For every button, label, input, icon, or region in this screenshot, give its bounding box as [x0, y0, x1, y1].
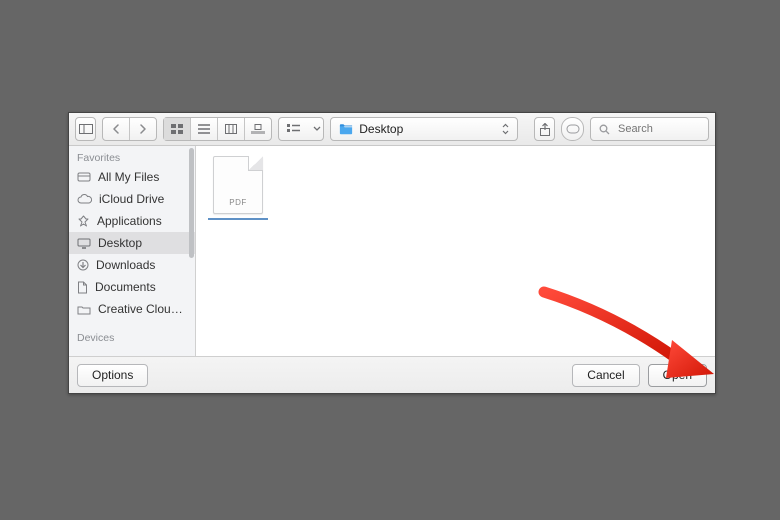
sidebar-item-label: Desktop	[98, 236, 142, 250]
dialog-footer: Options Cancel Open	[69, 356, 715, 393]
sidebar-item-label: Documents	[95, 280, 156, 294]
sidebar-item-label: Creative Clou…	[98, 302, 183, 316]
sidebar: Favorites All My Files iCloud Drive Appl…	[69, 146, 196, 356]
folder-icon	[77, 304, 91, 315]
view-column-button[interactable]	[218, 118, 245, 140]
sidebar-item-label: All My Files	[98, 170, 159, 184]
options-label: Options	[92, 368, 133, 382]
search-input[interactable]	[616, 122, 700, 136]
back-button[interactable]	[103, 118, 130, 140]
file-thumbnail: PDF	[213, 156, 263, 214]
file-item[interactable]: PDF	[208, 156, 268, 220]
sidebar-item-documents[interactable]: Documents	[69, 276, 195, 298]
desktop-icon	[77, 238, 91, 249]
tags-button[interactable]	[561, 117, 584, 141]
folder-icon	[339, 123, 353, 135]
all-my-files-icon	[77, 171, 91, 183]
forward-button[interactable]	[130, 118, 156, 140]
sidebar-section-favorites: Favorites	[69, 146, 195, 166]
file-type-tag: PDF	[214, 198, 262, 207]
sidebar-item-downloads[interactable]: Downloads	[69, 254, 195, 276]
search-icon	[599, 124, 610, 135]
sidebar-scrollbar[interactable]	[189, 148, 194, 258]
sidebar-item-label: iCloud Drive	[99, 192, 164, 206]
sidebar-item-applications[interactable]: Applications	[69, 210, 195, 232]
cancel-button[interactable]: Cancel	[572, 364, 639, 387]
applications-icon	[77, 215, 90, 228]
chevron-down-icon	[311, 118, 323, 140]
path-label: Desktop	[359, 122, 403, 136]
share-button[interactable]	[534, 117, 555, 141]
search-field[interactable]	[590, 117, 709, 141]
path-dropdown[interactable]: Desktop	[330, 117, 518, 141]
sidebar-toggle-button[interactable]	[75, 117, 96, 141]
sidebar-item-all-my-files[interactable]: All My Files	[69, 166, 195, 188]
file-browser[interactable]: PDF	[196, 146, 715, 356]
path-chevrons-icon	[502, 123, 509, 135]
sidebar-item-creative-cloud[interactable]: Creative Clou…	[69, 298, 195, 320]
view-mode-segment	[163, 117, 272, 141]
view-coverflow-button[interactable]	[245, 118, 271, 140]
sidebar-section-devices: Devices	[69, 326, 195, 346]
documents-icon	[77, 281, 88, 294]
sidebar-item-label: Downloads	[96, 258, 155, 272]
cancel-label: Cancel	[587, 368, 624, 382]
view-icon-button[interactable]	[164, 118, 191, 140]
open-button[interactable]: Open	[648, 364, 707, 387]
group-by-button[interactable]	[278, 117, 324, 141]
options-button[interactable]: Options	[77, 364, 148, 387]
view-list-button[interactable]	[191, 118, 218, 140]
cloud-icon	[77, 194, 92, 205]
open-file-dialog: Desktop Favorites All My Files iCloud	[68, 112, 716, 394]
sidebar-item-label: Applications	[97, 214, 162, 228]
sidebar-item-icloud-drive[interactable]: iCloud Drive	[69, 188, 195, 210]
nav-back-forward	[102, 117, 157, 141]
open-label: Open	[663, 368, 692, 382]
file-selection-indicator	[208, 218, 268, 220]
toolbar: Desktop	[69, 113, 715, 146]
dialog-body: Favorites All My Files iCloud Drive Appl…	[69, 146, 715, 356]
sidebar-item-desktop[interactable]: Desktop	[69, 232, 195, 254]
downloads-icon	[77, 259, 89, 271]
